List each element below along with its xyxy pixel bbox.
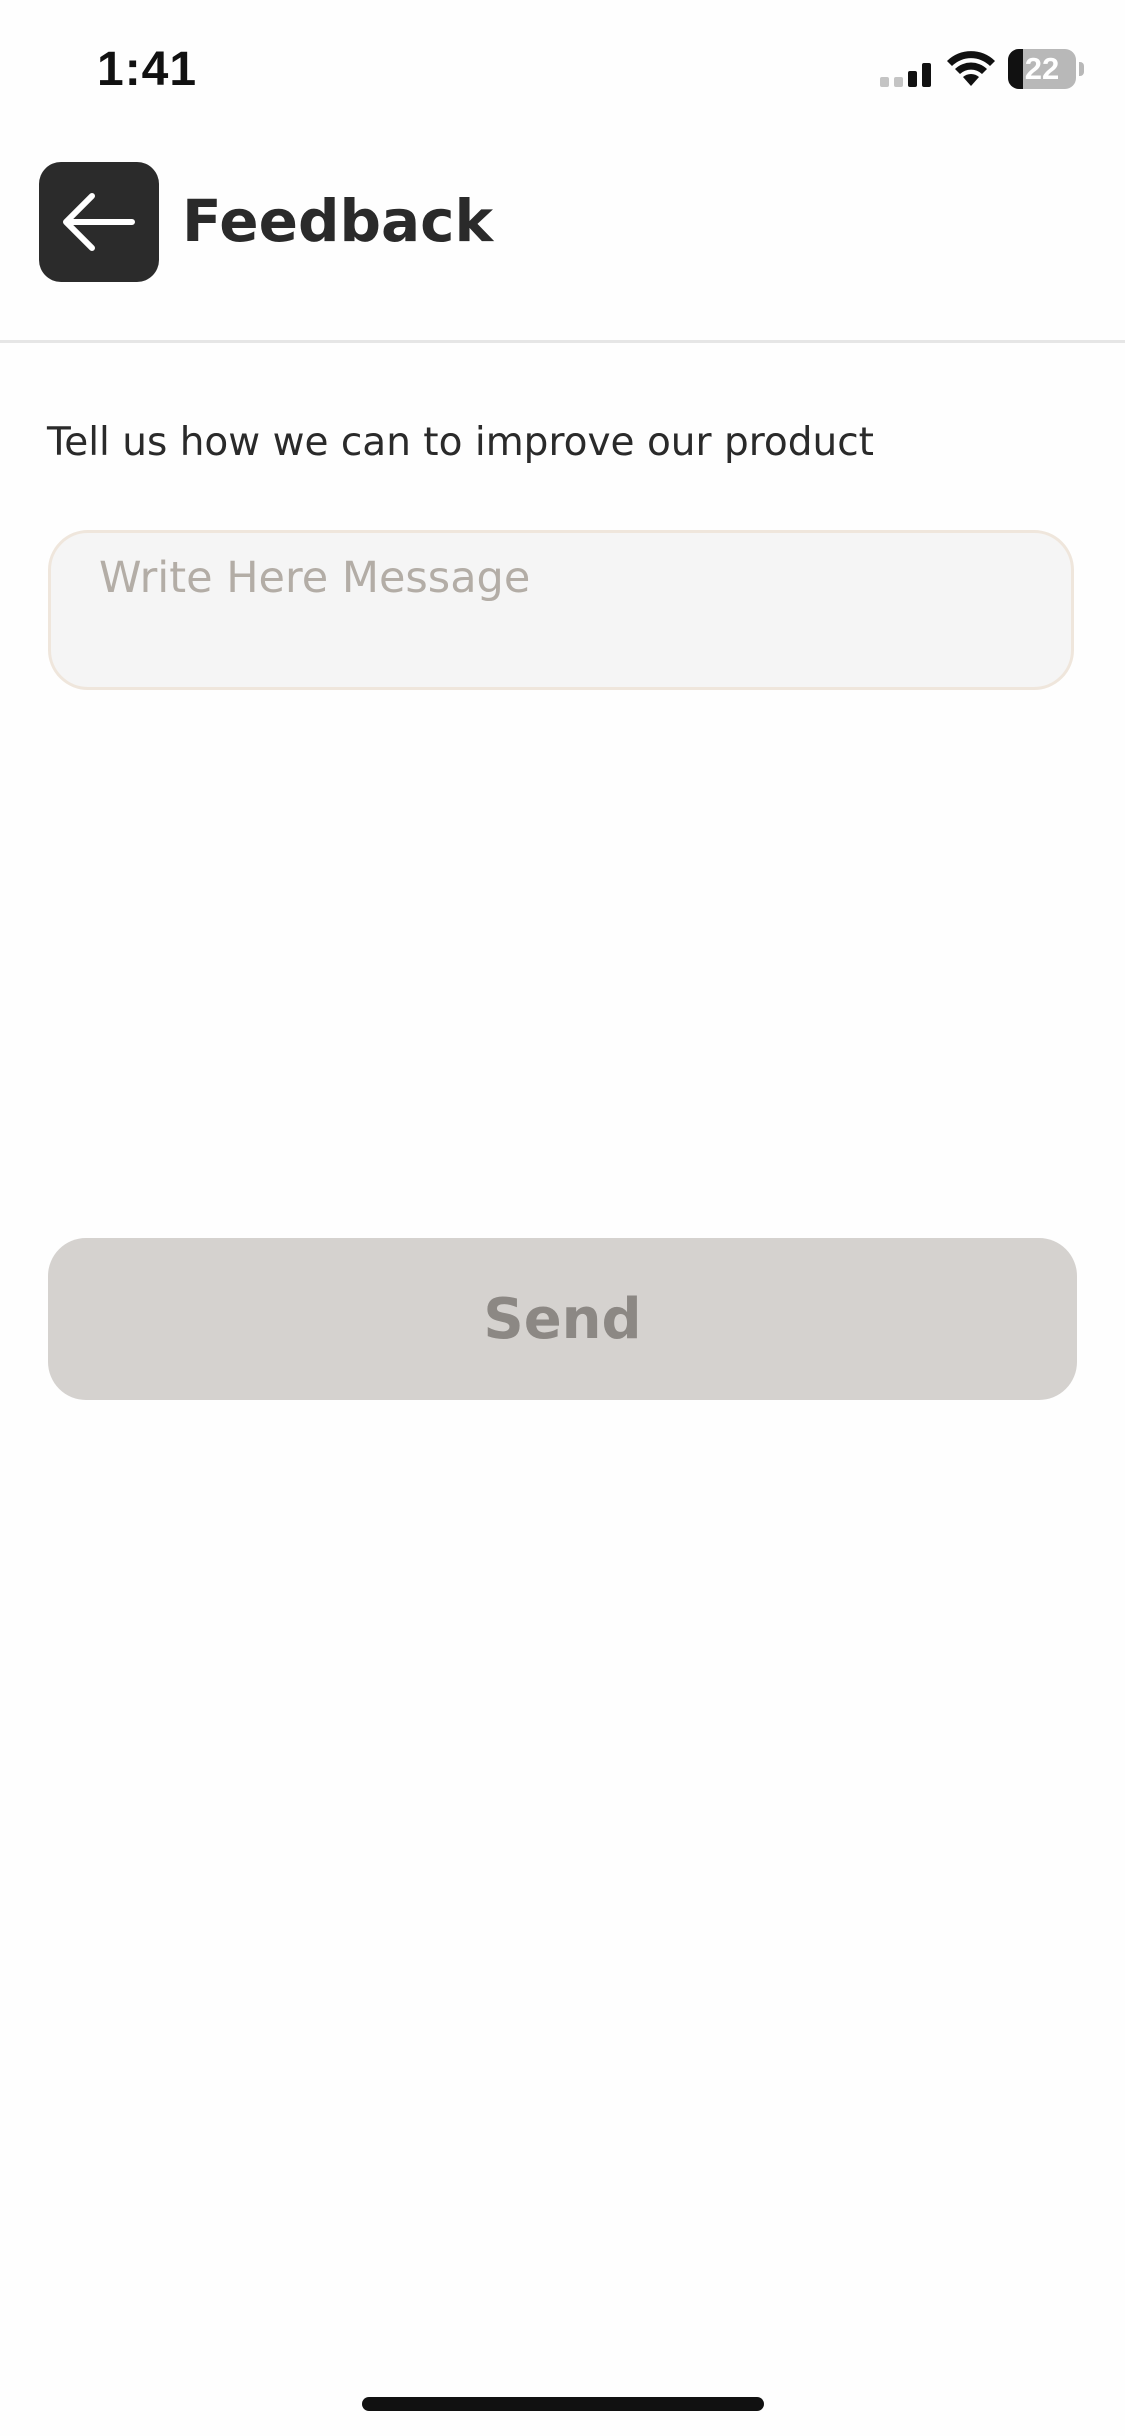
page-title: Feedback	[182, 187, 494, 255]
wifi-icon	[947, 51, 995, 86]
battery-icon: 22	[1008, 49, 1084, 89]
arrow-left-icon	[63, 193, 135, 251]
cellular-signal-icon	[880, 63, 931, 87]
feedback-prompt: Tell us how we can to improve our produc…	[47, 420, 874, 465]
status-time: 1:41	[97, 43, 198, 96]
back-button[interactable]	[39, 162, 159, 282]
home-indicator[interactable]	[362, 2397, 764, 2411]
battery-level: 22	[1024, 51, 1060, 86]
header: Feedback	[0, 140, 1125, 343]
message-input[interactable]	[48, 530, 1074, 690]
send-button[interactable]: Send	[48, 1238, 1077, 1400]
status-bar: 1:41 22	[0, 0, 1125, 140]
